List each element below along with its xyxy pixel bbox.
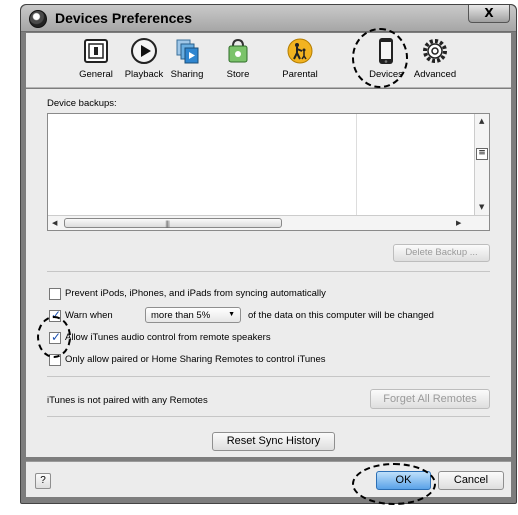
checkbox-label-suffix: of the data on this computer will be cha…: [248, 310, 434, 321]
device-phone-icon: [379, 38, 393, 64]
itunes-app-icon: [29, 10, 47, 28]
horizontal-scrollbar[interactable]: ◀ ||| ▶: [48, 215, 489, 230]
preferences-window: Devices Preferences X General Playback S…: [20, 4, 517, 504]
scroll-up-icon[interactable]: ▲: [479, 117, 484, 125]
general-icon: [84, 39, 108, 63]
checkbox-label: Only allow paired or Home Sharing Remote…: [65, 354, 326, 365]
warn-threshold-select[interactable]: more than 5% ▼: [145, 307, 241, 323]
tab-advanced[interactable]: Advanced: [405, 37, 465, 80]
checkbox-label: Allow iTunes audio control from remote s…: [65, 332, 271, 343]
tab-label: Advanced: [413, 69, 457, 80]
checkbox[interactable]: [49, 288, 61, 300]
chevron-down-icon: ▼: [228, 311, 235, 318]
delete-backup-button[interactable]: Delete Backup ...: [393, 244, 490, 262]
cancel-button[interactable]: Cancel: [438, 471, 504, 490]
checkbox-label: Prevent iPods, iPhones, and iPads from s…: [65, 288, 326, 299]
scroll-down-icon[interactable]: ▼: [479, 203, 484, 211]
checkbox[interactable]: [49, 308, 61, 322]
devices-panel: Device backups: ▲ ≡ ▼ ◀ ||| ▶ Delete Bac…: [26, 89, 511, 457]
tab-label: Store: [226, 69, 250, 80]
column-divider: [356, 114, 357, 216]
ok-button[interactable]: OK: [376, 471, 431, 490]
section-divider: [47, 376, 490, 377]
forget-remotes-button[interactable]: Forget All Remotes: [370, 389, 490, 409]
reset-sync-history-button[interactable]: Reset Sync History: [212, 432, 335, 451]
select-value: more than 5%: [151, 310, 211, 321]
grip-icon: |||: [165, 220, 170, 228]
checkbox-label: Warn when: [65, 310, 113, 321]
scroll-left-icon[interactable]: ◀: [52, 219, 57, 227]
backups-heading: Device backups:: [47, 98, 117, 109]
parental-icon: [287, 38, 313, 64]
window-title: Devices Preferences: [55, 10, 192, 26]
vertical-scrollbar[interactable]: ▲ ≡ ▼: [474, 114, 489, 216]
preferences-toolbar: General Playback Sharing Store Parental …: [26, 33, 511, 88]
sharing-icon: [176, 39, 199, 64]
checkbox[interactable]: [49, 330, 61, 344]
play-icon: [131, 38, 157, 64]
section-divider: [47, 271, 490, 272]
gear-icon: [423, 39, 447, 63]
remotes-status: iTunes is not paired with any Remotes: [47, 395, 208, 406]
checkbox[interactable]: [49, 354, 61, 366]
dialog-footer: ? OK Cancel: [26, 461, 511, 497]
title-bar[interactable]: Devices Preferences X: [21, 5, 516, 32]
help-button[interactable]: ?: [35, 473, 51, 489]
scroll-grip-icon[interactable]: ≡: [476, 148, 488, 160]
close-button[interactable]: X: [468, 5, 510, 23]
section-divider: [47, 416, 490, 417]
tab-store[interactable]: Store: [208, 37, 268, 80]
tab-parental[interactable]: Parental: [270, 37, 330, 80]
store-bag-icon: [228, 38, 248, 63]
scroll-thumb[interactable]: |||: [64, 218, 282, 228]
backups-list[interactable]: ▲ ≡ ▼ ◀ ||| ▶: [47, 113, 490, 231]
scroll-right-icon[interactable]: ▶: [456, 219, 461, 227]
tab-label: Parental: [282, 69, 318, 80]
